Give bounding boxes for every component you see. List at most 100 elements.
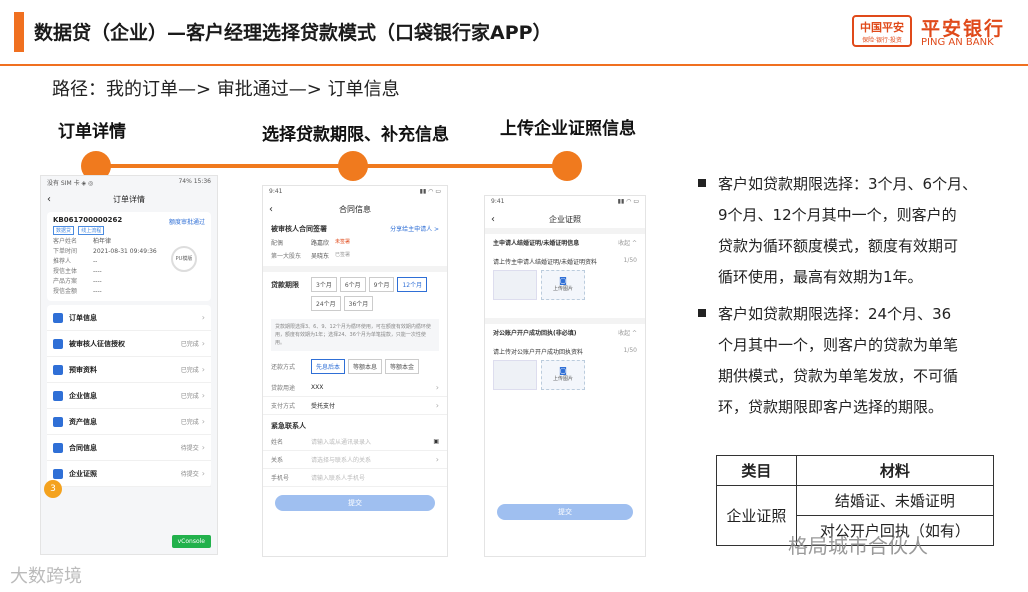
logo-box-sub: 保险·银行·投资: [862, 37, 902, 44]
product-tag: 数据贷: [53, 226, 75, 235]
payment-method-row[interactable]: 支付方式 受托支付 ›: [263, 397, 447, 415]
order-info-icon: [53, 312, 63, 323]
collapse-toggle[interactable]: 收起 ^: [618, 238, 637, 247]
repay-option-selected[interactable]: 先息后本: [311, 359, 346, 374]
repay-option[interactable]: 等额本息: [348, 359, 383, 374]
term-option[interactable]: 36个月: [343, 296, 374, 311]
menu-item-asset-info[interactable]: 资产信息 已完成 ›: [47, 409, 211, 435]
chevron-right-icon: ›: [201, 469, 205, 478]
section-contract-sign: 被审核人合同签署 分享给主申请人 >: [271, 224, 439, 234]
menu-item-contract-info[interactable]: 合同信息 待提交 ›: [47, 435, 211, 461]
pingan-logo-box: 中国平安 保险·银行·投资: [852, 15, 912, 47]
home-icon: [53, 390, 63, 401]
status-bar: 没有 SIM 卡 ◈ ◎ 74% 15:36: [41, 176, 217, 190]
repay-option[interactable]: 等额本金: [385, 359, 420, 374]
signal-battery-icon: ▮▮ ◠ ▭: [617, 198, 639, 205]
chevron-right-icon: ›: [201, 313, 205, 322]
bullet-square-icon: [698, 308, 706, 317]
uploaded-document-thumbnail[interactable]: [493, 270, 537, 300]
timeline-dot: [552, 151, 582, 181]
loan-term-label: 贷款期限: [271, 280, 299, 289]
floating-count-badge[interactable]: 3: [44, 480, 62, 498]
table-cell-material: 结婚证、未婚证明: [795, 485, 995, 516]
camera-icon: ◙: [559, 366, 567, 375]
upload-image-button[interactable]: ◙ 上传图片: [541, 360, 585, 390]
image-icon: [53, 364, 63, 375]
phone-company-license: 9:41 ▮▮ ◠ ▭ ‹ 企业证照 主申请人结婚证明/未婚证明信息 收起 ^ 请…: [484, 195, 646, 557]
status-time: 9:41: [269, 188, 283, 195]
nav-bar: ‹ 订单详情: [41, 190, 217, 208]
phone-order-detail: 没有 SIM 卡 ◈ ◎ 74% 15:36 ‹ 订单详情 KB06170000…: [40, 175, 218, 555]
bullet-square-icon: [698, 178, 706, 187]
order-row: 授信金额 ----: [53, 288, 102, 295]
bullet-single-mode: 客户如贷款期限选择：24个月、36 个月其中一个，则客户的贷款为单笔 期供模式，…: [698, 299, 1010, 423]
menu-item-company-license[interactable]: 企业证照 待提交 ›: [47, 461, 211, 487]
status-bar: 9:41 ▮▮ ◠ ▭: [263, 186, 447, 200]
term-option-selected[interactable]: 12个月: [397, 277, 428, 292]
menu-item-pre-review[interactable]: 预审资料 已完成 ›: [47, 357, 211, 383]
term-option[interactable]: 9个月: [368, 277, 395, 292]
camera-icon: ◙: [559, 276, 567, 285]
order-card: KB061700000262 额度审批通过 数据贷 线上流程 客户姓名 柏年律 下…: [47, 212, 211, 301]
submit-button[interactable]: 提交: [275, 495, 435, 511]
chevron-right-icon: ›: [201, 391, 205, 400]
chevron-right-icon: ›: [201, 417, 205, 426]
watermark-left: 大数跨境: [10, 566, 82, 587]
vconsole-button[interactable]: vConsole: [171, 535, 211, 548]
slide-title: 数据贷（企业）—客户经理选择贷款模式（口袋银行家APP）: [34, 22, 552, 44]
term-option[interactable]: 3个月: [311, 277, 337, 292]
contact-relation-field[interactable]: 关系 请选择与联系人的关系 ›: [263, 451, 447, 469]
logo-box-text: 中国平安: [860, 21, 904, 34]
navigation-path: 路径：我的订单—> 审批通过—> 订单信息: [52, 79, 400, 100]
term-note: 贷款期限选择3、6、9、12个月为循环使用，可在额度有效期内循环使用，额度有效期…: [271, 319, 439, 351]
upload-section-marriage: 主申请人结婚证明/未婚证明信息 收起 ^ 请上传主申请人结婚证明/未婚证明资料 1/…: [485, 228, 645, 304]
menu-item-order-info[interactable]: 订单信息 ›: [47, 305, 211, 331]
status-right: 74% 15:36: [178, 178, 211, 185]
upload-image-button[interactable]: ◙ 上传图片: [541, 270, 585, 300]
table-header-category: 类目: [716, 455, 797, 486]
step-label-select-term: 选择贷款期限、补充信息: [262, 125, 449, 145]
repay-method-selector: 还款方式 先息后本 等额本息 等额本金: [263, 354, 447, 379]
status-left: 没有 SIM 卡 ◈ ◎: [47, 180, 94, 187]
submit-button[interactable]: 提交: [497, 504, 633, 520]
contacts-icon[interactable]: ▣: [433, 438, 439, 445]
contact-name-field[interactable]: 姓名 请输入或从通讯录录入 ▣: [263, 433, 447, 451]
collapse-toggle[interactable]: 收起 ^: [618, 328, 637, 337]
logo-en-text: PING AN BANK: [921, 37, 994, 48]
menu-item-company-info[interactable]: 企业信息 已完成 ›: [47, 383, 211, 409]
status-time: 9:41: [491, 198, 505, 205]
term-option[interactable]: 24个月: [311, 296, 341, 311]
bullet-revolving-mode: 客户如贷款期限选择：3个月、6个月、 9个月、12个月其中一个，则客户的 贷款为…: [698, 169, 1010, 293]
nav-title: 合同信息: [339, 204, 371, 214]
section-emergency-contact: 紧急联系人: [271, 422, 306, 430]
nav-title: 企业证照: [549, 214, 581, 224]
header-divider: [0, 64, 1028, 66]
chevron-right-icon: ›: [435, 455, 439, 464]
contract-icon: [53, 442, 63, 453]
building-icon: [53, 468, 63, 479]
order-menu-list: 订单信息 › 被审核人征信授权 已完成 › 预审资料 已完成 › 企业信息 已完成 › 资产信…: [47, 305, 211, 487]
uploaded-document-thumbnail[interactable]: [493, 360, 537, 390]
timeline-dot: [338, 151, 368, 181]
term-option[interactable]: 6个月: [339, 277, 366, 292]
loan-term-selector: 贷款期限 3个月 6个月 9个月 12个月 24个月 36个月: [263, 272, 447, 316]
phone-contract-info: 9:41 ▮▮ ◠ ▭ ‹ 合同信息 被审核人合同签署 分享给主申请人 > 配偶…: [262, 185, 448, 557]
signer-row: 配偶 路嘉欣 未签署: [271, 239, 351, 247]
table-header-materials: 材料: [795, 455, 995, 486]
upload-section-account-receipt: 对公账户开户成功回执(非必填) 收起 ^ 请上传对公账户开户成功回执资料 1/50 …: [485, 318, 645, 394]
nav-title: 订单详情: [113, 194, 145, 204]
chevron-right-icon: ›: [201, 365, 205, 374]
chevron-right-icon: ›: [201, 443, 205, 452]
contact-phone-field[interactable]: 手机号 请输入联系人手机号: [263, 469, 447, 487]
share-applicant-link[interactable]: 分享给主申请人 >: [390, 224, 439, 234]
amount-approved-link[interactable]: 额度审批通过: [169, 217, 205, 226]
step-label-upload-license: 上传企业证照信息: [500, 119, 636, 139]
table-cell-category: 企业证照: [716, 485, 797, 546]
menu-item-credit-auth[interactable]: 被审核人征信授权 已完成 ›: [47, 331, 211, 357]
upload-section-title: 对公账户开户成功回执(非必填): [493, 330, 577, 337]
step-label-order-detail: 订单详情: [58, 122, 126, 142]
order-row: 产品方案 ----: [53, 278, 102, 285]
loan-purpose-row[interactable]: 贷款用途 XXX ›: [263, 379, 447, 397]
nav-bar: ‹ 企业证照: [485, 210, 645, 228]
title-accent-bar: [14, 12, 24, 52]
